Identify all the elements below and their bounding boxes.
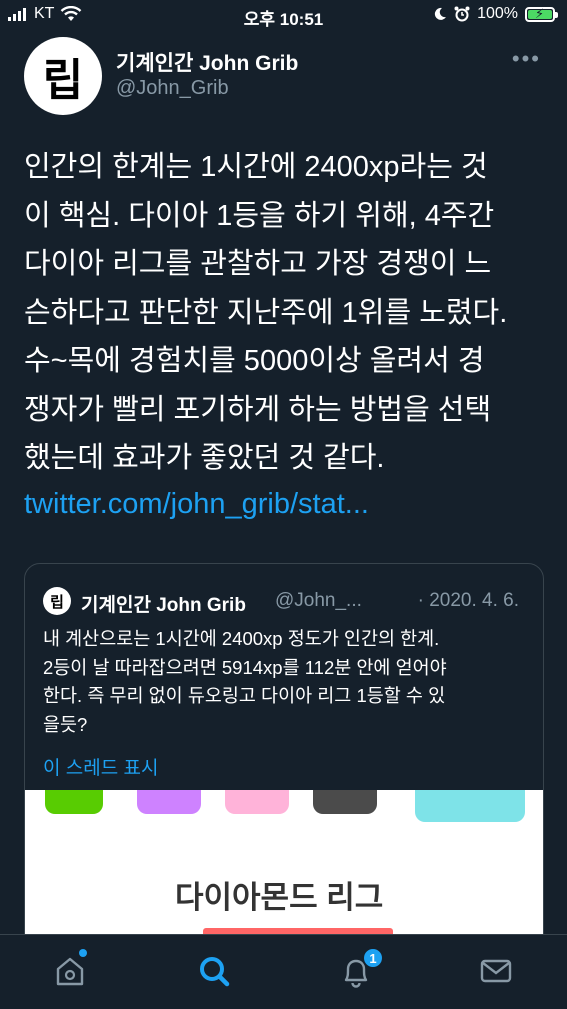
quoted-date: · 2020. 4. 6. [417, 590, 519, 611]
search-icon [200, 957, 230, 987]
author-handle[interactable]: @John_Grib [116, 77, 229, 100]
tweet-text: 인간의 한계는 1시간에 2400xp라는 것 이 핵심. 다이아 1등을 하기… [24, 151, 508, 474]
battery-icon: ⚡ [525, 5, 558, 22]
charging-bolt-icon: ⚡ [535, 5, 545, 21]
author-avatar[interactable]: 립 [24, 37, 102, 115]
league-badge-icon [415, 790, 525, 822]
status-right: 100% ⚡ [433, 5, 558, 23]
alarm-icon [454, 6, 470, 22]
more-options-icon[interactable]: ••• [512, 46, 541, 72]
league-title: 다이아몬드 리그 [175, 880, 384, 915]
league-badge-icon [137, 790, 201, 814]
league-badge-icon [45, 790, 103, 814]
league-badge-icon [313, 790, 377, 814]
moon-icon [434, 7, 447, 20]
status-bar: KT 오후 10:51 100% ⚡ [0, 0, 567, 32]
quoted-text: 내 계산으로는 1시간에 2400xp 정도가 인간의 한계. 2등이 날 따라… [43, 628, 447, 735]
quoted-tweet-card[interactable]: 립 기계인간 John Grib @John_... · 2020. 4. 6.… [24, 563, 544, 985]
quoted-author-name: 기계인간 John Grib [81, 595, 246, 616]
author-name[interactable]: 기계인간 John Grib [116, 47, 298, 77]
messages-icon [480, 959, 512, 983]
tweet-link[interactable]: twitter.com/john_grib/stat... [24, 488, 369, 521]
tab-messages[interactable] [474, 949, 518, 993]
league-badge-icon [225, 790, 289, 814]
quoted-avatar: 립 [43, 587, 71, 615]
notification-badge: 1 [362, 947, 384, 969]
quoted-author-handle: @John_... [275, 590, 362, 611]
tab-search[interactable] [192, 949, 236, 993]
bottom-tab-bar: 1 [0, 934, 567, 1009]
show-thread-link[interactable]: 이 스레드 표시 [43, 753, 158, 780]
battery-percent: 100% [477, 5, 518, 22]
home-new-dot [79, 949, 87, 957]
